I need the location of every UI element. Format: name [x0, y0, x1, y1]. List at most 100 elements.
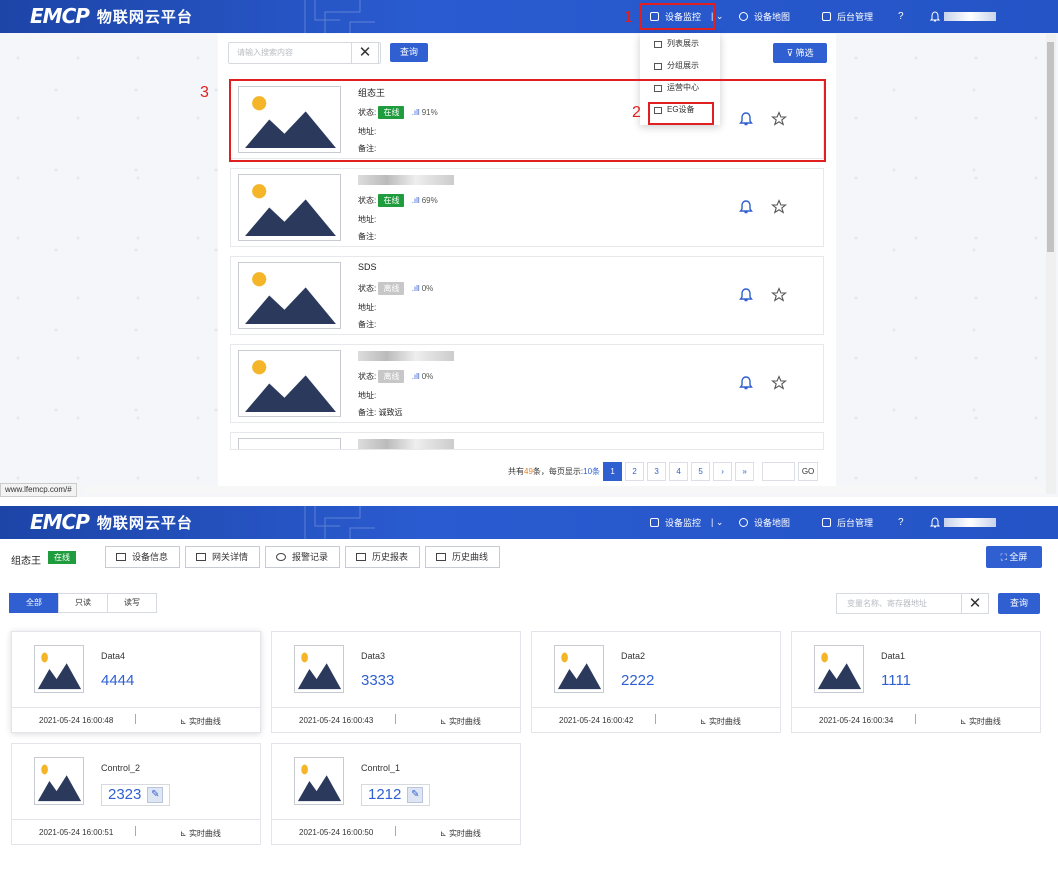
variable-timestamp: 2021-05-24 16:00:50: [299, 828, 374, 837]
variable-value-field[interactable]: 1212 ✎: [361, 784, 431, 806]
tab-history-curve[interactable]: 历史曲线: [425, 546, 500, 568]
realtime-curve-link[interactable]: ⊾ 实时曲线: [960, 716, 1001, 727]
alarm-bell-icon[interactable]: [739, 199, 753, 215]
realtime-curve-link[interactable]: ⊾ 实时曲线: [700, 716, 741, 727]
variable-thumbnail-image: [814, 645, 864, 693]
nav-device-map-label-2: 设备地图: [754, 518, 791, 528]
device-card-name-blurred: [358, 439, 454, 449]
filter-icon: ⊽: [786, 48, 796, 58]
fullscreen-button[interactable]: ⛶ 全屏: [986, 546, 1042, 568]
variable-search-input[interactable]: 变量名称、寄存器地址: [836, 593, 962, 614]
variable-name: Data4: [101, 651, 126, 661]
bell-icon[interactable]: [930, 0, 940, 33]
variable-card[interactable]: Control_1 1212 ✎ 2021-05-24 16:00:50 ⊾ 实时…: [271, 743, 521, 845]
variable-card[interactable]: Data3 3333 2021-05-24 16:00:43 ⊾ 实时曲线: [271, 631, 521, 733]
nav-device-map[interactable]: 设备地图: [739, 0, 790, 33]
top-navbar-2: EMCP 物联网云平台 设备监控 | ⌄ 设备地图 后台管理 ?: [0, 506, 1058, 539]
horizontal-scrollbar[interactable]: [84, 486, 1044, 494]
device-card[interactable]: 状态: 离线 .ıll 0% 地址: 备注: 诚致远: [230, 344, 824, 423]
logo-text: 物联网云平台: [96, 8, 193, 26]
filter-button[interactable]: ⊽ 筛选: [773, 43, 827, 63]
bell-icon[interactable]: [930, 506, 940, 539]
logo-2[interactable]: EMCP 物联网云平台: [30, 510, 193, 534]
variable-card[interactable]: Data2 2222 2021-05-24 16:00:42 ⊾ 实时曲线: [531, 631, 781, 733]
device-toolbar: 组态王 在线 设备信息 网关详情 报警记录 历史报表 历史曲线 ⛶ 全屏: [0, 546, 1058, 570]
tab-history-report[interactable]: 历史报表: [345, 546, 420, 568]
page-4[interactable]: 4: [669, 461, 689, 481]
curve-icon: ⊾: [440, 717, 449, 726]
variable-thumbnail-image: [34, 757, 84, 805]
variable-card[interactable]: Data1 1111 2021-05-24 16:00:34 ⊾ 实时曲线: [791, 631, 1041, 733]
menu-item-group-view[interactable]: 分组展示: [640, 55, 720, 77]
page-2[interactable]: 2: [625, 461, 645, 481]
background-pattern-right: [838, 34, 1056, 497]
tab-alarm-records[interactable]: 报警记录: [265, 546, 340, 568]
page-3[interactable]: 3: [647, 461, 667, 481]
variable-value-field[interactable]: 2323 ✎: [101, 784, 171, 806]
device-card[interactable]: 状态: 在线 .ıll 69% 地址: 备注:: [230, 168, 824, 247]
variable-timestamp: 2021-05-24 16:00:48: [39, 716, 114, 725]
status-badge: 离线: [378, 282, 405, 295]
realtime-curve-link[interactable]: ⊾ 实时曲线: [440, 716, 481, 727]
nav-admin-2[interactable]: 后台管理: [822, 506, 873, 539]
circuit-decoration: [304, 0, 375, 33]
clear-search-button[interactable]: ✕: [351, 42, 379, 64]
user-name-blurred[interactable]: [944, 12, 996, 21]
nav-admin[interactable]: 后台管理: [822, 0, 873, 33]
menu-item-list-view[interactable]: 列表展示: [640, 33, 720, 55]
variable-timestamp: 2021-05-24 16:00:43: [299, 716, 374, 725]
device-thumbnail-image: [238, 350, 341, 417]
alarm-bell-icon[interactable]: [739, 375, 753, 391]
realtime-curve-link[interactable]: ⊾ 实时曲线: [180, 716, 221, 727]
help-icon[interactable]: ?: [898, 506, 904, 539]
nav-device-monitor-2[interactable]: 设备监控 | ⌄: [650, 506, 723, 539]
go-button[interactable]: GO: [798, 461, 819, 481]
annotation-number-3: 3: [200, 84, 209, 101]
realtime-curve-link[interactable]: ⊾ 实时曲线: [440, 828, 481, 839]
variable-name: Data2: [621, 651, 646, 661]
filter-readonly[interactable]: 只读: [58, 593, 108, 613]
last-page-button[interactable]: »: [735, 461, 755, 481]
alarm-bell-icon[interactable]: [739, 287, 753, 303]
user-name-blurred-2[interactable]: [944, 518, 996, 527]
page-jump-input[interactable]: [762, 461, 796, 481]
next-page-button[interactable]: ›: [713, 461, 733, 481]
edit-icon[interactable]: ✎: [407, 787, 424, 803]
nav-device-map-2[interactable]: 设备地图: [739, 506, 790, 539]
variable-value: 3333: [361, 672, 395, 689]
tab-device-info[interactable]: 设备信息: [105, 546, 180, 568]
status-badge: 离线: [378, 370, 405, 383]
clear-variable-search-button[interactable]: ✕: [961, 593, 989, 614]
scrollbar-thumb[interactable]: [1047, 42, 1054, 252]
page-1[interactable]: 1: [603, 461, 623, 481]
device-card-remark: 备注:: [358, 232, 377, 241]
signal-value: 0%: [421, 284, 434, 293]
favorite-star-icon[interactable]: [771, 199, 787, 215]
variable-value: 2222: [621, 672, 655, 689]
logo[interactable]: EMCP 物联网云平台: [30, 4, 193, 28]
realtime-curve-link[interactable]: ⊾ 实时曲线: [180, 828, 221, 839]
device-card-address: 地址:: [358, 303, 377, 312]
nav-device-monitor-label-2: 设备监控: [665, 518, 702, 528]
device-thumbnail-image: [238, 262, 341, 329]
page-5[interactable]: 5: [691, 461, 711, 481]
variable-query-button[interactable]: 查询: [998, 593, 1040, 614]
variable-card[interactable]: Data4 4444 2021-05-24 16:00:48 ⊾ 实时曲线: [11, 631, 261, 733]
tab-gateway-details[interactable]: 网关详情: [185, 546, 260, 568]
variable-value: 4444: [101, 672, 135, 689]
filter-readwrite[interactable]: 读写: [107, 593, 157, 613]
variable-card-footer: 2021-05-24 16:00:34 ⊾ 实时曲线: [792, 707, 1040, 733]
query-button[interactable]: 查询: [390, 43, 428, 62]
filter-all[interactable]: 全部: [9, 593, 59, 613]
variable-card[interactable]: Control_2 2323 ✎ 2021-05-24 16:00:51 ⊾ 实时…: [11, 743, 261, 845]
info-icon: [116, 553, 126, 561]
device-card[interactable]: SDS 状态: 离线 .ıll 0% 地址: 备注:: [230, 256, 824, 335]
edit-icon[interactable]: ✎: [147, 787, 164, 803]
device-card-partial[interactable]: [230, 432, 824, 450]
signal-value: 69%: [421, 196, 438, 205]
help-icon[interactable]: ?: [898, 0, 904, 33]
chevron-down-icon: | ⌄: [711, 517, 724, 527]
variable-card-footer: 2021-05-24 16:00:42 ⊾ 实时曲线: [532, 707, 780, 733]
favorite-star-icon[interactable]: [771, 287, 787, 303]
favorite-star-icon[interactable]: [771, 375, 787, 391]
